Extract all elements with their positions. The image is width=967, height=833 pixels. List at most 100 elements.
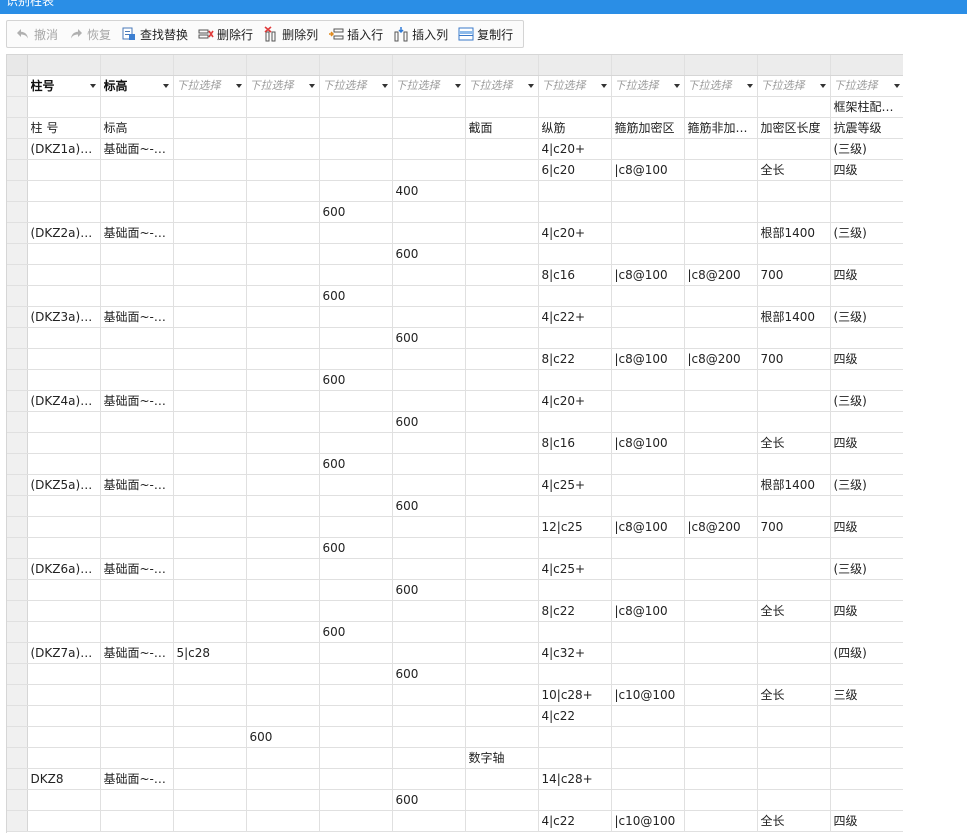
table-cell[interactable]: |c10@100 [611, 684, 685, 706]
table-cell[interactable] [100, 537, 174, 559]
table-cell[interactable] [246, 432, 320, 454]
table-cell[interactable] [465, 495, 539, 517]
table-cell[interactable]: 四级 [830, 264, 903, 286]
table-cell[interactable] [465, 96, 539, 118]
table-cell[interactable]: 四级 [830, 810, 903, 832]
table-cell[interactable] [27, 516, 101, 538]
table-cell[interactable] [100, 621, 174, 643]
row-header[interactable] [7, 138, 28, 160]
table-cell[interactable] [830, 285, 903, 307]
table-cell[interactable] [27, 453, 101, 475]
table-cell[interactable] [173, 264, 247, 286]
table-cell[interactable] [100, 495, 174, 517]
column-header[interactable] [538, 55, 612, 76]
table-cell[interactable] [611, 369, 685, 391]
table-cell[interactable] [246, 411, 320, 433]
column-header[interactable] [611, 55, 685, 76]
table-cell[interactable] [392, 768, 466, 790]
table-cell[interactable]: |c10@100 [611, 810, 685, 832]
column-mapping-dropdown[interactable]: 下拉选择 [538, 75, 612, 97]
table-cell[interactable] [173, 726, 247, 748]
column-header[interactable] [100, 55, 174, 76]
table-cell[interactable]: 600 [319, 201, 393, 223]
table-cell[interactable]: 4|c20+ [538, 138, 612, 160]
table-cell[interactable] [611, 453, 685, 475]
column-mapping-dropdown[interactable]: 下拉选择 [319, 75, 393, 97]
table-cell[interactable] [684, 663, 758, 685]
column-mapping-dropdown[interactable]: 下拉选择 [611, 75, 685, 97]
table-cell[interactable] [830, 705, 903, 727]
table-cell[interactable] [246, 516, 320, 538]
table-cell[interactable] [465, 621, 539, 643]
table-cell[interactable]: 4|c32+ [538, 642, 612, 664]
table-cell[interactable] [319, 411, 393, 433]
row-header[interactable] [7, 621, 28, 643]
insert-row-button[interactable]: 插入行 [324, 22, 387, 46]
table-cell[interactable] [319, 726, 393, 748]
table-cell[interactable] [611, 138, 685, 160]
table-cell[interactable]: |c8@100 [611, 600, 685, 622]
table-cell[interactable] [392, 201, 466, 223]
table-cell[interactable] [173, 558, 247, 580]
table-cell[interactable] [757, 180, 831, 202]
table-cell[interactable] [757, 789, 831, 811]
table-cell[interactable] [100, 663, 174, 685]
table-cell[interactable]: 400 [392, 180, 466, 202]
table-cell[interactable] [611, 726, 685, 748]
table-cell[interactable]: 8|c22 [538, 600, 612, 622]
table-cell[interactable] [611, 705, 685, 727]
table-cell[interactable]: 基础面~-0.050 [100, 474, 174, 496]
table-cell[interactable] [465, 411, 539, 433]
table-cell[interactable] [319, 495, 393, 517]
table-cell[interactable] [27, 810, 101, 832]
table-cell[interactable] [100, 369, 174, 391]
table-cell[interactable] [173, 138, 247, 160]
row-header[interactable] [7, 159, 28, 181]
table-cell[interactable] [538, 579, 612, 601]
table-cell[interactable] [246, 159, 320, 181]
table-cell[interactable] [392, 117, 466, 139]
table-cell[interactable] [757, 285, 831, 307]
table-cell[interactable] [100, 684, 174, 706]
column-mapping-dropdown[interactable]: 下拉选择 [173, 75, 247, 97]
table-cell[interactable] [757, 495, 831, 517]
table-cell[interactable] [319, 348, 393, 370]
table-cell[interactable] [173, 117, 247, 139]
row-header[interactable] [7, 390, 28, 412]
row-header[interactable] [7, 369, 28, 391]
table-cell[interactable] [684, 390, 758, 412]
column-header[interactable] [27, 55, 101, 76]
table-cell[interactable] [173, 390, 247, 412]
table-cell[interactable] [173, 96, 247, 118]
table-cell[interactable]: 600 [392, 663, 466, 685]
row-header[interactable] [7, 453, 28, 475]
table-cell[interactable]: 箍筋非加密区 [684, 117, 758, 139]
table-cell[interactable]: 四级 [830, 432, 903, 454]
table-cell[interactable] [246, 789, 320, 811]
table-cell[interactable] [830, 201, 903, 223]
table-cell[interactable] [27, 684, 101, 706]
table-cell[interactable] [538, 495, 612, 517]
row-header[interactable] [7, 96, 28, 118]
table-cell[interactable] [465, 264, 539, 286]
table-cell[interactable] [392, 159, 466, 181]
table-cell[interactable] [538, 411, 612, 433]
table-cell[interactable]: 基础面~-0.050 [100, 768, 174, 790]
table-cell[interactable] [538, 789, 612, 811]
table-cell[interactable] [392, 474, 466, 496]
table-cell[interactable] [757, 243, 831, 265]
table-cell[interactable] [392, 432, 466, 454]
table-cell[interactable] [246, 768, 320, 790]
table-cell[interactable] [465, 159, 539, 181]
row-header[interactable] [7, 684, 28, 706]
table-cell[interactable]: 基础面~-0.050 [100, 138, 174, 160]
table-cell[interactable] [465, 642, 539, 664]
table-cell[interactable] [319, 327, 393, 349]
table-cell[interactable] [611, 180, 685, 202]
table-cell[interactable] [684, 579, 758, 601]
table-cell[interactable] [611, 768, 685, 790]
table-cell[interactable] [757, 747, 831, 769]
table-cell[interactable] [173, 243, 247, 265]
table-cell[interactable] [684, 768, 758, 790]
delete-row-button[interactable]: 删除行 [194, 22, 257, 46]
